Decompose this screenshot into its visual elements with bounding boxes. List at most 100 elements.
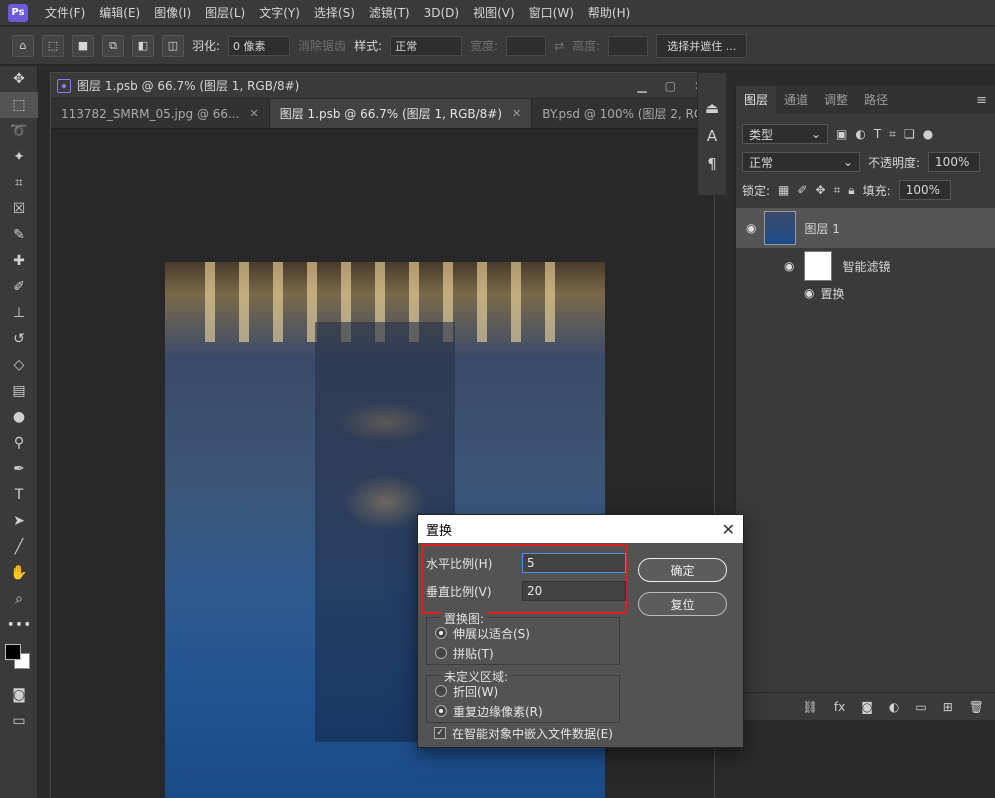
pen-tool-icon[interactable]: ✒ [0,456,38,482]
tab-close-icon[interactable]: ✕ [512,107,521,120]
stamp-tool-icon[interactable]: ⊥ [0,300,38,326]
filter-effect-row[interactable]: ◉ 置换 [736,284,995,302]
lock-position-icon[interactable]: ✥ [815,183,825,197]
panel-menu-icon[interactable]: ≡ [976,93,987,108]
crop-tool-icon[interactable]: ⌗ [0,170,38,196]
doc-tab-active[interactable]: 图层 1.psb @ 66.7% (图层 1, RGB/8#) ✕ [269,99,533,128]
opacity-input[interactable]: 100% [928,152,981,172]
radio-tile[interactable]: 拼贴(T) [427,643,619,663]
fill-input[interactable]: 100% [898,180,951,200]
menu-type[interactable]: 文字(Y) [252,0,307,26]
close-icon[interactable]: ✕ [722,520,735,539]
menu-edit[interactable]: 编辑(E) [92,0,147,26]
menu-window[interactable]: 窗口(W) [522,0,581,26]
trash-icon[interactable]: 🗑︎ [969,700,984,714]
menu-file[interactable]: 文件(F) [38,0,92,26]
intersect-selection-icon[interactable]: ◫ [162,34,184,57]
tab-adjustments[interactable]: 调整 [816,86,856,114]
radio-repeat-edge-dot[interactable] [435,705,447,717]
filter-toggle-icon[interactable]: ● [923,127,933,141]
lock-paint-icon[interactable]: ✐ [797,183,807,197]
home-icon[interactable]: ⌂ [12,34,34,57]
dodge-tool-icon[interactable]: ⚲ [0,430,38,456]
new-layer-icon[interactable]: ⊞ [943,700,953,714]
horizontal-scale-input[interactable]: 5 [522,553,626,573]
add-selection-icon[interactable]: ⧉ [102,34,124,57]
feather-input[interactable]: 0 像素 [228,35,291,56]
foreground-color[interactable] [5,644,21,660]
more-tools-icon[interactable]: ••• [0,612,38,638]
link-icon[interactable]: ⛓ [803,700,818,714]
quick-mask-icon[interactable]: ◙ [0,682,38,708]
history-icon[interactable]: ⏏ [705,99,719,117]
document-titlebar[interactable]: ◆ 图层 1.psb @ 66.7% (图层 1, RGB/8#) ▁ ▢ ✕ [51,73,714,99]
filter-adjust-icon[interactable]: ◐ [855,127,865,141]
embed-checkbox-row[interactable]: ✓ 在智能对象中嵌入文件数据(E) [426,723,613,743]
healing-tool-icon[interactable]: ✚ [0,248,38,274]
eyedropper-tool-icon[interactable]: ✎ [0,222,38,248]
subtract-selection-icon[interactable]: ◧ [132,34,154,57]
maximize-icon[interactable]: ▢ [665,79,676,93]
menu-view[interactable]: 视图(V) [466,0,522,26]
layer-filter-select[interactable]: 类型 ⌄ [742,124,828,144]
gradient-tool-icon[interactable]: ▤ [0,378,38,404]
ok-button[interactable]: 确定 [638,558,727,582]
magic-wand-tool-icon[interactable]: ✦ [0,144,38,170]
antialias-checkbox[interactable]: 消除锯齿 [298,37,346,54]
minimize-icon[interactable]: ▁ [637,79,646,93]
width-input[interactable] [506,35,547,56]
radio-wrap-dot[interactable] [435,685,447,697]
color-swatches[interactable] [0,638,38,682]
visibility-eye-icon[interactable]: ◉ [746,221,756,235]
style-select[interactable]: 正常 [390,35,463,56]
menu-layer[interactable]: 图层(L) [198,0,252,26]
line-tool-icon[interactable]: ╱ [0,534,38,560]
adjustment-layer-icon[interactable]: ◐ [889,700,899,714]
hand-tool-icon[interactable]: ✋ [0,560,38,586]
eraser-tool-icon[interactable]: ◇ [0,352,38,378]
select-and-mask-button[interactable]: 选择并遮住 ... [656,33,748,58]
visibility-eye-icon[interactable]: ◉ [784,259,794,273]
history-brush-tool-icon[interactable]: ↺ [0,326,38,352]
layer-row[interactable]: ◉ 图层 1 [736,208,995,248]
filter-smart-icon[interactable]: ❏ [904,127,915,141]
embed-checkbox[interactable]: ✓ [434,727,446,739]
lock-pixels-icon[interactable]: ▦ [778,183,789,197]
menu-help[interactable]: 帮助(H) [581,0,637,26]
radio-stretch-dot[interactable] [435,627,447,639]
paragraph-icon[interactable]: ¶ [707,155,717,173]
lock-all-icon[interactable]: 🔒︎ [848,183,854,198]
height-input[interactable] [608,35,649,56]
tab-paths[interactable]: 路径 [856,86,896,114]
folder-icon[interactable]: ▭ [915,700,926,714]
marquee-preset-icon[interactable]: ⬚ [42,34,64,57]
frame-tool-icon[interactable]: ☒ [0,196,38,222]
type-tool-icon[interactable]: T [0,482,38,508]
smart-filters-row[interactable]: ◉ 智能滤镜 [736,248,995,284]
character-icon[interactable]: A [707,127,717,145]
move-tool-icon[interactable]: ✥ [0,66,38,92]
menu-filter[interactable]: 滤镜(T) [362,0,417,26]
tab-close-icon[interactable]: ✕ [249,107,258,120]
zoom-tool-icon[interactable]: ⌕ [0,586,38,612]
blur-tool-icon[interactable]: ● [0,404,38,430]
dialog-titlebar[interactable]: 置换 ✕ [418,515,743,543]
filter-shape-icon[interactable]: ⌗ [889,127,896,142]
radio-repeat-edge[interactable]: 重复边缘像素(R) [427,701,619,721]
tab-channels[interactable]: 通道 [776,86,816,114]
path-selection-tool-icon[interactable]: ➤ [0,508,38,534]
tab-layers[interactable]: 图层 [736,86,777,114]
new-selection-icon[interactable]: ■ [72,34,94,57]
menu-select[interactable]: 选择(S) [307,0,362,26]
fx-icon[interactable]: fx [834,700,845,714]
menu-image[interactable]: 图像(I) [147,0,198,26]
filter-type-icon[interactable]: T [874,127,881,141]
reset-button[interactable]: 复位 [638,592,727,616]
vertical-scale-input[interactable]: 20 [522,581,626,601]
blend-mode-select[interactable]: 正常 ⌄ [742,152,860,172]
lasso-tool-icon[interactable]: ➰ [0,118,38,144]
marquee-tool-icon[interactable]: ⬚ [0,92,38,118]
radio-tile-dot[interactable] [435,647,447,659]
filter-image-icon[interactable]: ▣ [836,127,847,141]
lock-artboard-icon[interactable]: ⌗ [834,183,841,198]
